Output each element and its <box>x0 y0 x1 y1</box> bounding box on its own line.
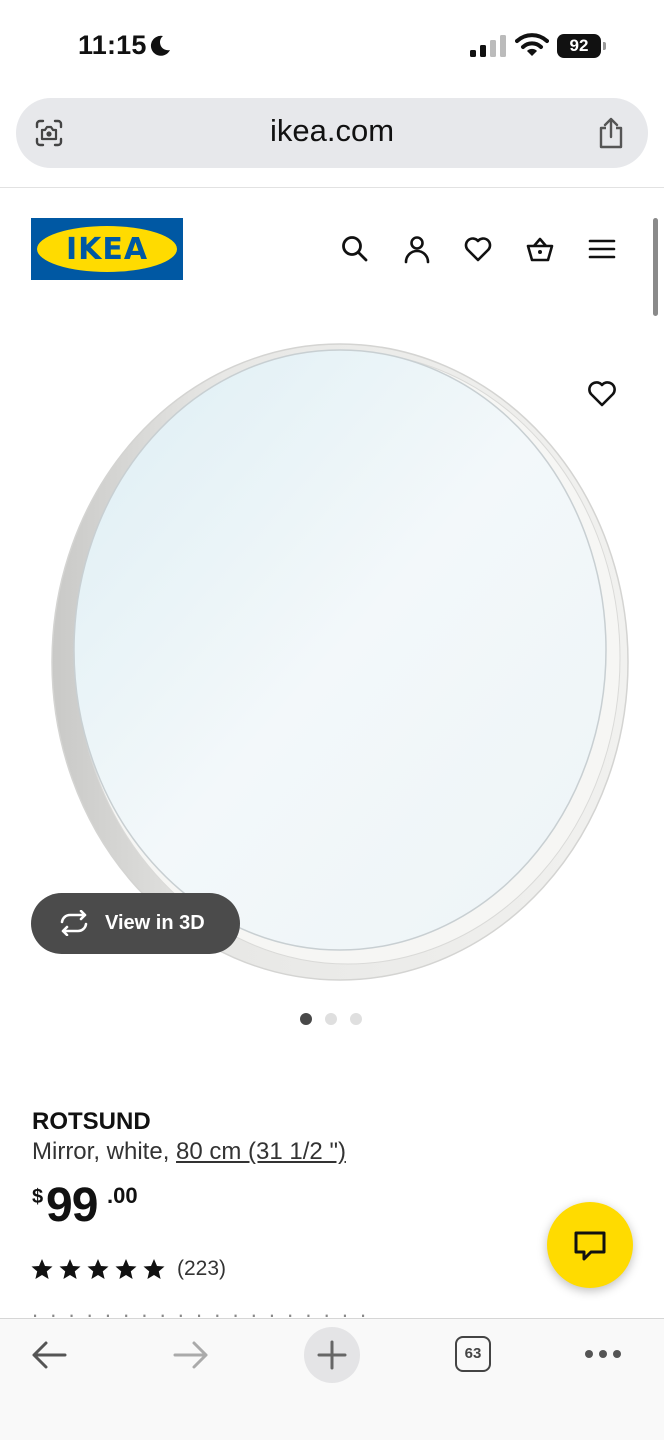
status-time: 11:15 <box>78 30 147 60</box>
account-icon[interactable] <box>402 234 432 264</box>
battery-icon: 92 <box>557 34 607 58</box>
star-icon <box>31 1259 53 1279</box>
price-currency: $ <box>32 1186 44 1208</box>
chat-icon <box>574 1231 606 1261</box>
new-tab-icon <box>317 1340 347 1370</box>
star-icon <box>59 1259 81 1279</box>
back-icon[interactable] <box>30 1339 68 1371</box>
address-bar[interactable]: ikea.com <box>16 98 648 168</box>
browser-toolbar: 63 <box>0 1318 664 1440</box>
chat-button[interactable] <box>547 1202 633 1288</box>
menu-icon[interactable] <box>587 234 617 264</box>
ikea-logo[interactable]: IKEA <box>31 218 183 280</box>
url-text[interactable]: ikea.com <box>16 113 648 149</box>
logo-text: IKEA <box>65 232 149 267</box>
product-description: Mirror, white, 80 cm (31 1/2 ") <box>32 1138 346 1166</box>
gallery-dot-1[interactable] <box>300 1013 312 1025</box>
tabs-button[interactable]: 63 <box>455 1336 491 1372</box>
product-name: ROTSUND <box>32 1108 151 1135</box>
price-integer: 99 <box>46 1179 98 1232</box>
star-icon <box>87 1259 109 1279</box>
product-type: Mirror, white, <box>32 1138 177 1165</box>
more-icon[interactable] <box>584 1347 622 1361</box>
view-in-3d-label: View in 3D <box>105 912 205 934</box>
search-icon[interactable] <box>340 234 370 264</box>
gallery-pagination <box>300 1013 370 1027</box>
product-size-link[interactable]: 80 cm (31 1/2 ") <box>176 1138 346 1165</box>
gallery-dot-2[interactable] <box>325 1013 337 1025</box>
add-to-favorites-icon[interactable] <box>586 378 618 408</box>
forward-icon[interactable] <box>172 1339 210 1371</box>
rating-stars[interactable] <box>31 1258 166 1282</box>
new-tab-button[interactable] <box>304 1327 360 1383</box>
signal-icon <box>470 35 506 57</box>
review-count[interactable]: (223) <box>177 1257 226 1281</box>
star-icon <box>115 1259 137 1279</box>
battery-tip <box>603 42 606 50</box>
share-icon[interactable] <box>596 116 626 150</box>
battery-level: 92 <box>557 34 601 58</box>
view-in-3d-button[interactable]: View in 3D <box>31 893 240 954</box>
cart-icon[interactable] <box>525 234 555 264</box>
wifi-icon <box>515 33 549 56</box>
scrollbar[interactable] <box>653 218 658 316</box>
gallery-dot-3[interactable] <box>350 1013 362 1025</box>
star-icon <box>143 1259 165 1279</box>
status-bar: 11:15 92 <box>0 0 664 90</box>
price-decimal: .00 <box>107 1183 138 1208</box>
rotate-3d-icon <box>60 910 88 936</box>
moon-icon <box>150 35 170 56</box>
favorites-icon[interactable] <box>463 234 493 264</box>
header-divider <box>0 187 664 188</box>
cutoff-text: . . . . . . . . . . . . . . . . . . . . <box>32 1308 372 1318</box>
